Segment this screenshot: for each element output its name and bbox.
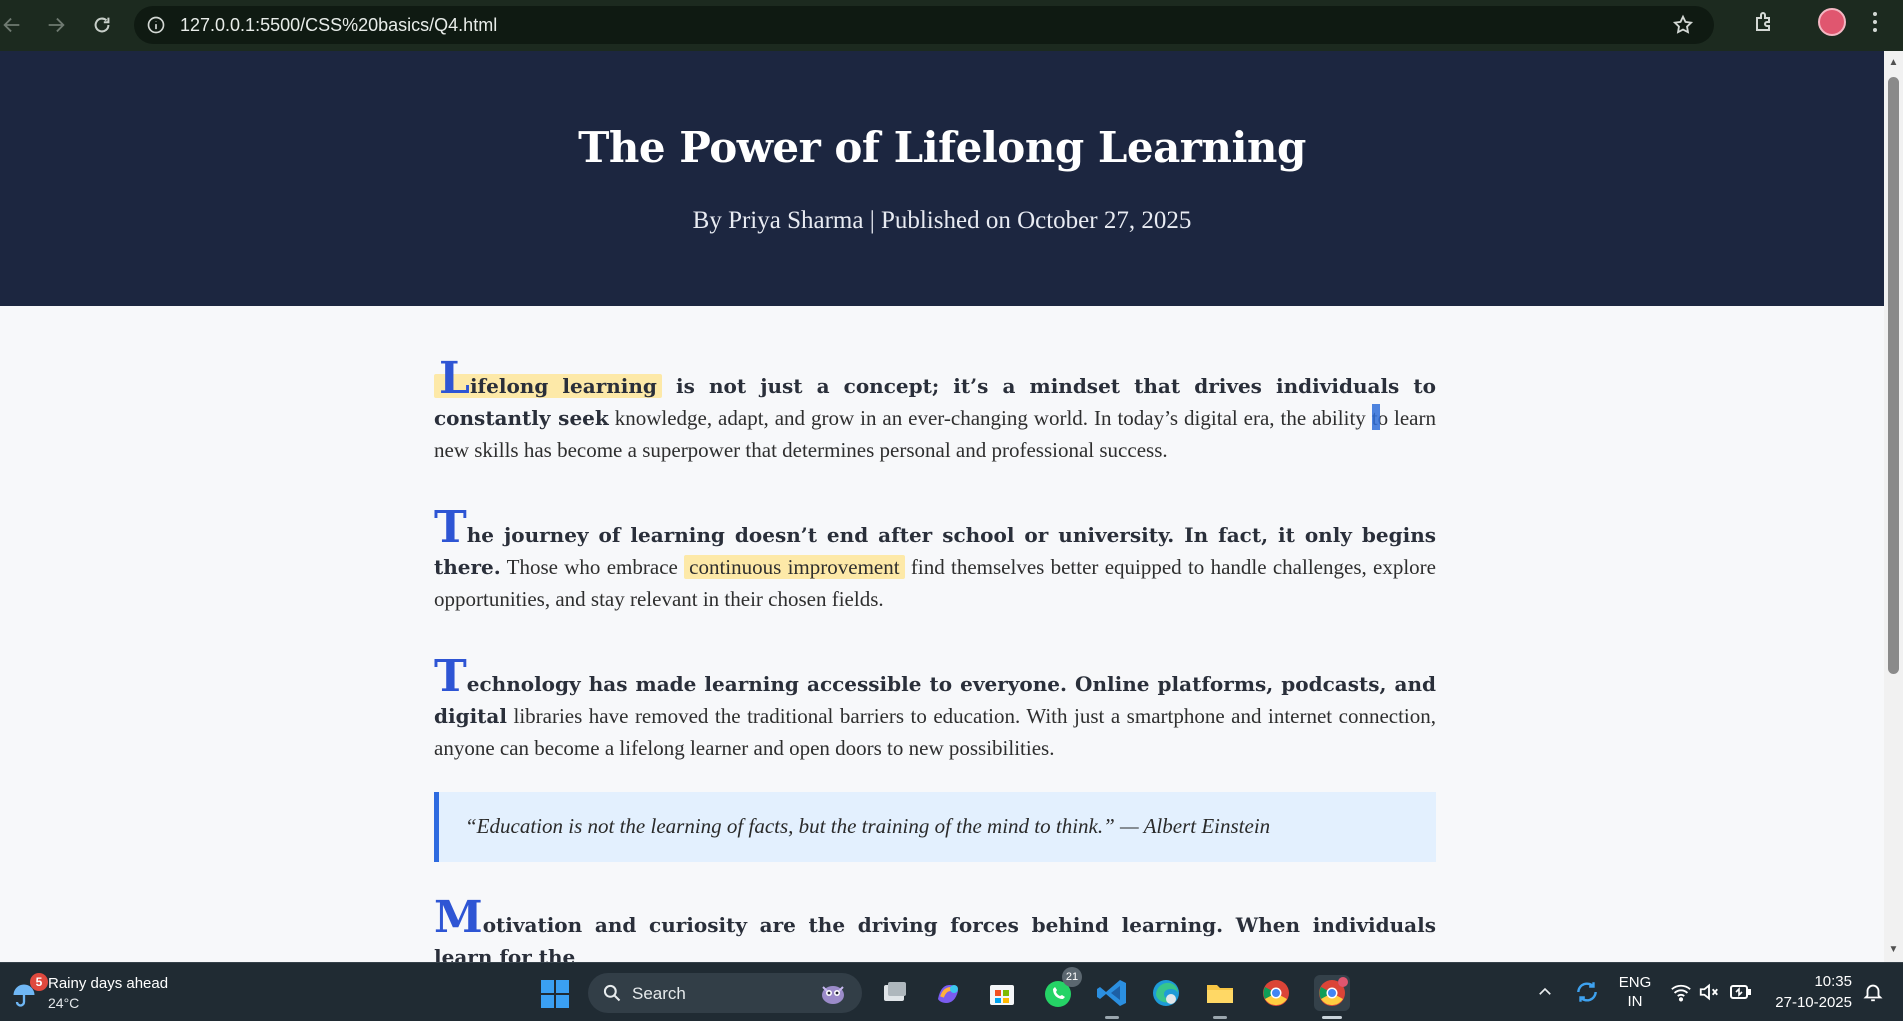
chevron-up-icon[interactable] <box>1536 983 1554 1001</box>
url-text[interactable]: 127.0.0.1:5500/CSS%20basics/Q4.html <box>180 15 497 36</box>
wifi-icon[interactable] <box>1670 981 1692 1003</box>
clock-date: 27-10-2025 <box>1775 994 1852 1011</box>
extensions-icon[interactable] <box>1752 10 1776 34</box>
highlight-lifelong-learning: Lifelong learning <box>434 357 662 401</box>
microsoft-store-icon[interactable] <box>984 975 1020 1011</box>
body-text: libraries have removed the traditional b… <box>434 704 1437 760</box>
lang-line-2: IN <box>1627 993 1643 1010</box>
weather-title: Rainy days ahead <box>48 975 169 992</box>
running-indicator <box>1213 1016 1227 1019</box>
reload-icon <box>94 17 110 33</box>
byline: By Priya Sharma | Published on October 2… <box>692 207 1192 234</box>
file-explorer-icon[interactable] <box>1202 975 1238 1019</box>
forward-icon <box>48 17 65 33</box>
windows-start-icon[interactable] <box>540 979 570 1009</box>
chrome-active-icon[interactable] <box>1314 975 1350 1019</box>
drop-cap: L <box>439 353 470 404</box>
system-clock[interactable]: 10:35 27-10-2025 <box>1762 971 1852 1013</box>
windows-taskbar: 5 Rainy days ahead 24°C Search 21 ENG IN… <box>0 962 1903 1021</box>
running-indicator <box>1105 1016 1119 1019</box>
paragraph-3: Technology has made learning accessible … <box>434 655 1437 764</box>
blockquote: “Education is not the learning of facts,… <box>434 792 1436 862</box>
search-icon <box>603 984 621 1002</box>
reload-button[interactable] <box>82 5 122 45</box>
body-text: Those who embrace <box>506 555 678 579</box>
volume-muted-icon[interactable] <box>1698 981 1720 1003</box>
copilot-icon[interactable] <box>930 975 966 1011</box>
back-icon <box>3 17 20 33</box>
whatsapp-icon[interactable]: 21 <box>1040 967 1082 1011</box>
address-bar[interactable]: 127.0.0.1:5500/CSS%20basics/Q4.html <box>134 6 1714 44</box>
scroll-down-icon[interactable]: ▼ <box>1888 944 1899 956</box>
paragraph-lead: Motivation and curiosity are the driving… <box>434 896 1436 963</box>
weather-badge: 5 <box>30 973 48 991</box>
running-indicator <box>1322 1016 1342 1019</box>
lang-line-1: ENG <box>1618 974 1652 991</box>
chrome-icon[interactable] <box>1258 975 1294 1011</box>
back-button[interactable] <box>0 5 32 45</box>
scrollbar-thumb[interactable] <box>1888 77 1899 674</box>
paragraph-4: Motivation and curiosity are the driving… <box>434 896 1436 963</box>
drop-cap: T <box>434 651 467 702</box>
weather-temp: 24°C <box>48 995 80 1011</box>
highlight-continuous-improvement: continuous improvement <box>684 555 905 579</box>
clock-time: 10:35 <box>1814 973 1852 990</box>
search-label: Search <box>632 984 686 1003</box>
bookmark-star-icon[interactable] <box>1672 14 1694 36</box>
profile-avatar[interactable] <box>1818 8 1846 36</box>
more-menu-icon[interactable] <box>1868 8 1882 36</box>
notification-bell-icon[interactable] <box>1862 981 1884 1003</box>
drop-cap: M <box>434 892 483 943</box>
whatsapp-badge: 21 <box>1062 967 1082 987</box>
edge-icon[interactable] <box>1148 975 1184 1011</box>
text-cursor <box>1371 404 1380 430</box>
taskbar-search[interactable]: Search <box>588 973 862 1013</box>
highlight-text: ifelong learning <box>469 374 657 398</box>
article-body: Lifelong learning is not just a concept;… <box>434 357 1437 963</box>
article-header: The Power of Lifelong Learning By Priya … <box>0 51 1884 306</box>
page-scrollbar[interactable]: ▲ ▼ <box>1884 51 1903 962</box>
weather-widget[interactable]: 5 Rainy days ahead 24°C <box>8 971 178 1015</box>
input-language[interactable]: ENG IN <box>1618 973 1652 1011</box>
sync-icon[interactable] <box>1574 979 1600 1005</box>
vscode-icon[interactable] <box>1094 975 1130 1019</box>
page-viewport: The Power of Lifelong Learning By Priya … <box>0 51 1884 962</box>
paragraph-1: Lifelong learning is not just a concept;… <box>434 357 1436 466</box>
search-highlight-icon <box>822 986 844 1004</box>
battery-icon[interactable] <box>1728 981 1752 1003</box>
lead-text: otivation and curiosity are the driving … <box>434 913 1436 962</box>
scroll-up-icon[interactable]: ▲ <box>1888 57 1899 69</box>
paragraph-2: The journey of learning doesn’t end afte… <box>434 506 1436 615</box>
task-view-icon[interactable] <box>876 975 912 1011</box>
browser-toolbar: 127.0.0.1:5500/CSS%20basics/Q4.html <box>0 0 1903 51</box>
body-text: knowledge, adapt, and grow in an ever-ch… <box>614 406 1372 430</box>
page-title: The Power of Lifelong Learning <box>578 123 1306 172</box>
forward-button[interactable] <box>36 5 76 45</box>
drop-cap: T <box>434 502 467 553</box>
site-info-icon[interactable] <box>146 15 166 35</box>
